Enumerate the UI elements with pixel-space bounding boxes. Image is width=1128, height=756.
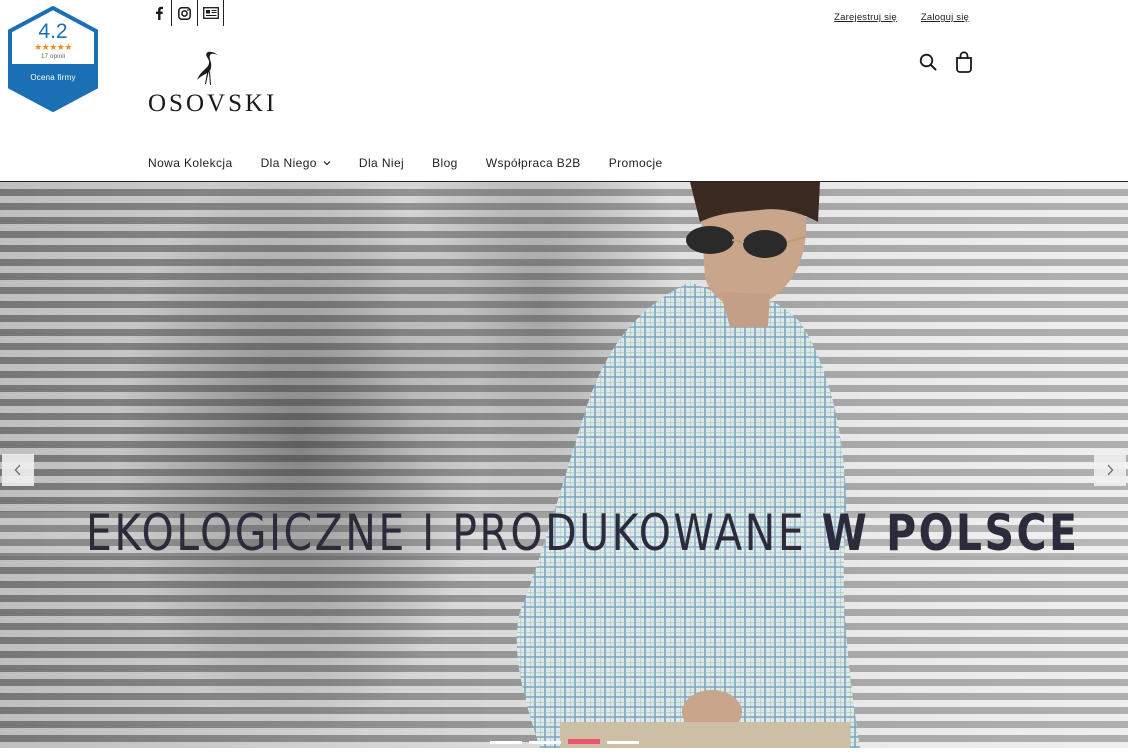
slider-prev-button[interactable] (2, 454, 34, 486)
main-navigation: Nowa Kolekcja Dla Niego Dla Niej Blog Ws… (148, 156, 663, 170)
nav-item-wspolpraca-b2b[interactable]: Współpraca B2B (486, 156, 581, 170)
instagram-icon[interactable] (172, 0, 198, 26)
slider-pagination (490, 739, 639, 744)
slider-dot-4[interactable] (607, 741, 639, 744)
slider-dot-3[interactable] (568, 739, 600, 744)
review-count: 17 opinii (40, 53, 66, 60)
heron-logo-icon (197, 51, 218, 85)
header-tools (918, 50, 974, 74)
company-rating-badge[interactable]: 4.2 ★★★★★ 17 opinii Ocena firmy (6, 6, 100, 112)
nav-item-label: Dla Niego (260, 156, 317, 170)
headline-regular-text: EKOLOGICZNE I PRODUKOWANE (86, 504, 822, 562)
slider-dot-1[interactable] (490, 741, 522, 744)
slider-next-button[interactable] (1094, 454, 1126, 486)
social-links (146, 0, 224, 26)
nav-item-label: Nowa Kolekcja (148, 156, 233, 170)
nav-item-label: Współpraca B2B (485, 156, 581, 170)
hero-headline: EKOLOGICZNE I PRODUKOWANE W POLSCE (86, 504, 1080, 562)
hero-slider[interactable]: EKOLOGICZNE I PRODUKOWANE W POLSCE (0, 182, 1128, 748)
login-link[interactable]: Zaloguj się (921, 12, 969, 23)
nav-item-label: Promocje (608, 156, 663, 170)
facebook-icon[interactable] (146, 0, 172, 26)
headline-bold-text: W POLSCE (821, 504, 1080, 562)
rating-stars-icon: ★★★★★ (34, 42, 72, 52)
chevron-right-icon (1107, 464, 1114, 476)
account-links: Zarejestruj się Zaloguj się (834, 12, 969, 23)
newspaper-icon[interactable] (198, 0, 224, 26)
chevron-left-icon (14, 464, 21, 476)
nav-item-label: Blog (432, 156, 458, 170)
nav-item-label: Dla Niej (358, 156, 405, 170)
rating-score: 4.2 (38, 20, 68, 43)
site-logo[interactable]: OSOVSKI (148, 50, 274, 117)
register-link[interactable]: Zarejestruj się (834, 12, 897, 23)
rating-label: Ocena firmy (30, 73, 76, 82)
chevron-down-icon (323, 161, 331, 166)
logo-wordmark: OSOVSKI (148, 90, 278, 117)
shopping-bag-icon[interactable] (954, 50, 974, 74)
nav-item-blog[interactable]: Blog (432, 156, 458, 170)
nav-item-dla-niej[interactable]: Dla Niej (359, 156, 404, 170)
hero-model-image (516, 182, 860, 748)
nav-item-promocje[interactable]: Promocje (609, 156, 663, 170)
slider-dot-2[interactable] (529, 741, 561, 744)
nav-item-dla-niego[interactable]: Dla Niego (261, 156, 331, 170)
nav-item-nowa-kolekcja[interactable]: Nowa Kolekcja (148, 156, 233, 170)
search-icon[interactable] (918, 50, 938, 74)
